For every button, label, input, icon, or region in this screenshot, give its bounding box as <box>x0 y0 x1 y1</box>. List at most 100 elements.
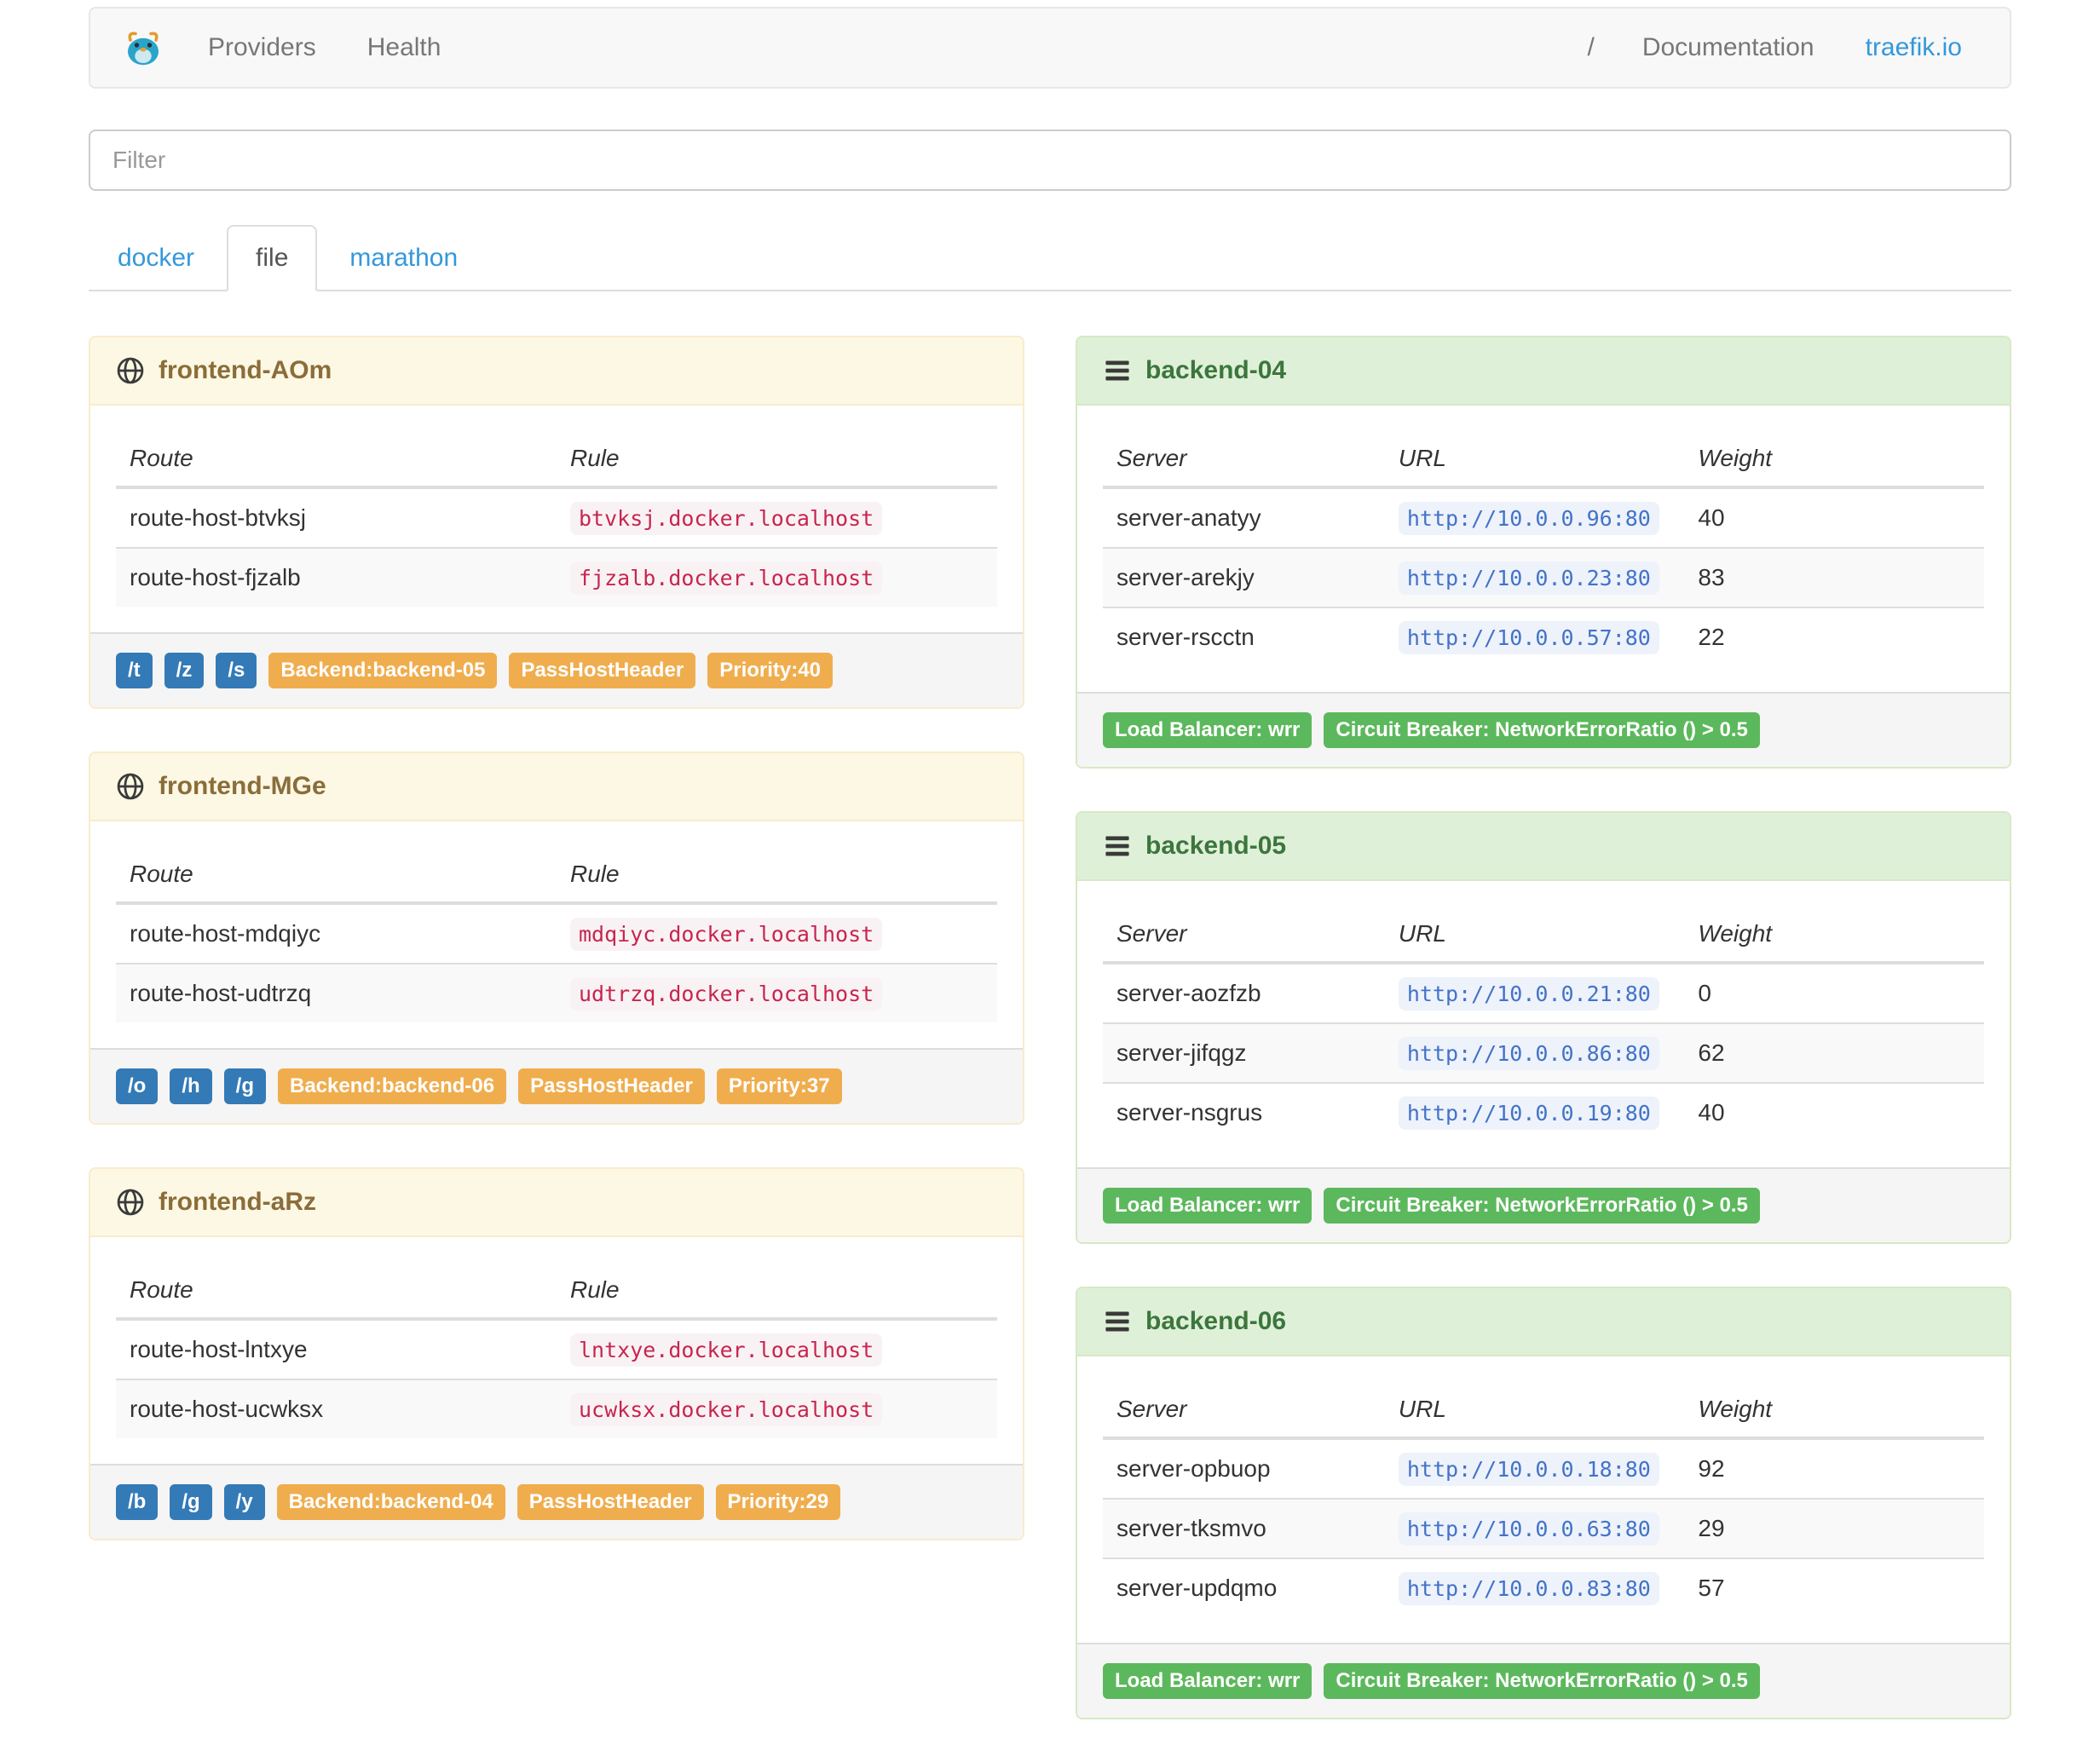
server-row: server-anatyy http://10.0.0.96:80 40 <box>1103 487 1984 548</box>
servers-table-header-row: Server URL Weight <box>1103 1382 1984 1440</box>
server-row: server-jifqgz http://10.0.0.86:80 62 <box>1103 1022 1984 1083</box>
provider-tabs: docker file marathon <box>89 225 2011 291</box>
entrypoint-badge: /z <box>164 653 205 688</box>
entrypoint-badge: /g <box>223 1068 266 1104</box>
backend-panel-header: backend-05 <box>1077 813 2010 881</box>
frontend-config-badge: Priority:40 <box>707 653 833 688</box>
filter-input[interactable] <box>89 130 2011 191</box>
frontend-panel-footer: /t/z/s Backend:backend-05 PassHostHeader Pr… <box>90 632 1023 707</box>
rule-cell: mdqiyc.docker.localhost <box>557 902 997 964</box>
servers-table: Server URL Weight server-opbuop http://1… <box>1103 1382 1984 1617</box>
weight-column-header: Weight <box>1684 431 1984 489</box>
frontend-config-badge: Priority:29 <box>715 1484 841 1520</box>
server-name: server-opbuop <box>1103 1437 1385 1499</box>
nav-health[interactable]: Health <box>342 9 467 87</box>
tab-file[interactable]: file <box>227 225 318 291</box>
tab-label: file <box>256 244 289 272</box>
frontends-column: frontend-AOm Route Rule route-host-btvks… <box>63 336 1050 1583</box>
route-row: route-host-btvksj btvksj.docker.localhos… <box>116 487 997 548</box>
frontend-config-badge: PassHostHeader <box>516 1484 704 1520</box>
backend-title: backend-04 <box>1145 356 1287 384</box>
backend-panel-body: Server URL Weight server-anatyy http://1… <box>1077 406 2010 692</box>
route-name: route-host-btvksj <box>116 487 557 548</box>
server-name: server-rscctn <box>1103 607 1385 666</box>
nav-traefik-io-link[interactable]: traefik.io <box>1840 9 1988 87</box>
route-row: route-host-udtrzq udtrzq.docker.localhos… <box>116 963 997 1022</box>
url-column-header: URL <box>1384 431 1685 489</box>
route-rule-code: udtrzq.docker.localhost <box>570 977 883 1011</box>
entrypoint-badge: /g <box>170 1484 212 1520</box>
url-cell: http://10.0.0.86:80 <box>1384 1022 1685 1083</box>
url-cell: http://10.0.0.21:80 <box>1384 962 1685 1023</box>
frontend-config-badge: PassHostHeader <box>509 653 696 688</box>
routes-table-header-row: Route Rule <box>116 431 997 489</box>
server-weight: 40 <box>1684 487 1984 548</box>
server-column-header: Server <box>1103 431 1385 489</box>
frontend-config-badge: Priority:37 <box>716 1068 842 1104</box>
routes-table: Route Rule route-host-lntxye lntxye.dock… <box>116 1263 997 1438</box>
frontend-title: frontend-MGe <box>159 772 326 800</box>
servers-table: Server URL Weight server-anatyy http://1… <box>1103 431 1984 666</box>
routes-table: Route Rule route-host-mdqiyc mdqiyc.dock… <box>116 847 997 1022</box>
route-row: route-host-lntxye lntxye.docker.localhos… <box>116 1318 997 1379</box>
route-row: route-host-ucwksx ucwksx.docker.localhos… <box>116 1379 997 1438</box>
frontend-config-badge: PassHostHeader <box>518 1068 705 1104</box>
server-weight: 29 <box>1684 1498 1984 1558</box>
frontend-panel-header: frontend-aRz <box>90 1169 1023 1237</box>
entrypoint-badge: /b <box>116 1484 159 1520</box>
rule-cell: lntxye.docker.localhost <box>557 1318 997 1379</box>
url-column-header: URL <box>1384 907 1685 964</box>
tab-marathon[interactable]: marathon <box>320 225 487 291</box>
frontend-panel-footer: /o/h/g Backend:backend-06 PassHostHeader Pr… <box>90 1048 1023 1123</box>
server-url-code: http://10.0.0.86:80 <box>1398 1037 1659 1070</box>
frontend-config-badge: Backend:backend-04 <box>276 1484 505 1520</box>
entrypoint-badge: /o <box>116 1068 159 1104</box>
server-name: server-nsgrus <box>1103 1082 1385 1142</box>
servers-table-header-row: Server URL Weight <box>1103 907 1984 964</box>
url-cell: http://10.0.0.19:80 <box>1384 1082 1685 1142</box>
frontend-panel: frontend-MGe Route Rule route-host-mdqiy… <box>89 751 1024 1125</box>
route-rule-code: ucwksx.docker.localhost <box>570 1393 883 1426</box>
route-rule-code: btvksj.docker.localhost <box>570 502 883 535</box>
route-column-header: Route <box>116 1263 557 1321</box>
entrypoint-badge: /s <box>216 653 257 688</box>
tab-docker[interactable]: docker <box>89 225 223 291</box>
nav-providers[interactable]: Providers <box>182 9 342 87</box>
backend-config-badge: Load Balancer: wrr <box>1103 712 1312 748</box>
route-rule-code: lntxye.docker.localhost <box>570 1333 883 1367</box>
server-name: server-anatyy <box>1103 487 1385 548</box>
server-url-code: http://10.0.0.23:80 <box>1398 561 1659 595</box>
nav-separator: / <box>1587 33 1595 61</box>
tab-label: marathon <box>349 244 459 272</box>
server-name: server-jifqgz <box>1103 1022 1385 1083</box>
backend-panel: backend-04 Server URL Weight server-anat… <box>1076 336 2011 769</box>
url-column-header: URL <box>1384 1382 1685 1440</box>
frontend-config-badge: Backend:backend-06 <box>277 1068 507 1104</box>
server-row: server-nsgrus http://10.0.0.19:80 40 <box>1103 1082 1984 1142</box>
frontend-panel-header: frontend-MGe <box>90 753 1023 821</box>
backend-panel: backend-06 Server URL Weight server-opbu… <box>1076 1287 2011 1719</box>
server-weight: 22 <box>1684 607 1984 666</box>
backends-column: backend-04 Server URL Weight server-anat… <box>1050 336 2037 1762</box>
server-url-code: http://10.0.0.18:80 <box>1398 1453 1659 1486</box>
frontend-panel: frontend-aRz Route Rule route-host-lntxy… <box>89 1167 1024 1540</box>
backend-config-badge: Load Balancer: wrr <box>1103 1188 1312 1224</box>
server-weight: 57 <box>1684 1558 1984 1617</box>
rule-cell: ucwksx.docker.localhost <box>557 1379 997 1438</box>
nav-documentation[interactable]: Documentation <box>1617 9 1840 87</box>
backend-config-badge: Circuit Breaker: NetworkErrorRatio () > … <box>1324 1663 1760 1699</box>
server-list-icon <box>1105 360 1129 381</box>
backend-config-badge: Load Balancer: wrr <box>1103 1663 1312 1699</box>
server-list-icon <box>1105 1311 1129 1332</box>
frontend-panel-footer: /b/g/y Backend:backend-04 PassHostHeader Pr… <box>90 1464 1023 1539</box>
route-rule-code: mdqiyc.docker.localhost <box>570 918 883 951</box>
route-name: route-host-fjzalb <box>116 547 557 607</box>
routes-table: Route Rule route-host-btvksj btvksj.dock… <box>116 431 997 607</box>
route-name: route-host-mdqiyc <box>116 902 557 964</box>
server-row: server-opbuop http://10.0.0.18:80 92 <box>1103 1437 1984 1499</box>
traefik-logo[interactable] <box>90 27 182 68</box>
server-row: server-arekjy http://10.0.0.23:80 83 <box>1103 547 1984 607</box>
server-name: server-updqmo <box>1103 1558 1385 1617</box>
frontend-title: frontend-AOm <box>159 356 332 384</box>
url-cell: http://10.0.0.83:80 <box>1384 1558 1685 1617</box>
